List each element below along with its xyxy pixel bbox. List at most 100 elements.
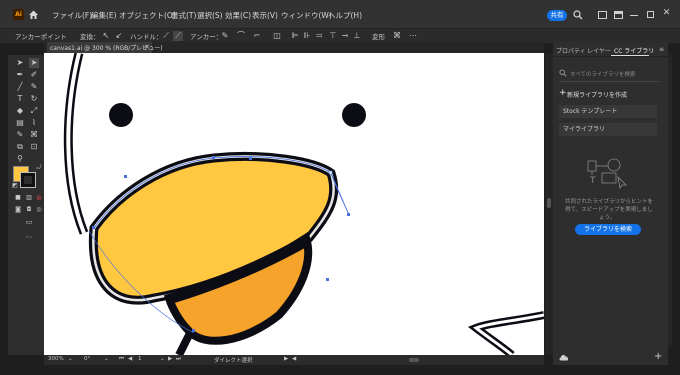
- align-hcenter-icon[interactable]: ⊪: [302, 31, 312, 41]
- first-artboard-icon[interactable]: ⏮: [119, 356, 124, 363]
- hide-handles-icon[interactable]: ⟋: [173, 31, 183, 41]
- paintbrush-tool-icon[interactable]: ✎: [29, 82, 39, 92]
- blend-tool-icon[interactable]: ⌘: [29, 130, 39, 140]
- tools-panel: ➤ ➤ ✒ ✐ ╱ ✎ T ↻ ◆ ⤢ ▤ ⌇ ✎ ⌘ ⧉ ⊡ ⚲ ⤾ ◩ ■ …: [8, 55, 44, 355]
- hint-text-line2: 得て、スピードアップを実現しまし: [565, 207, 653, 213]
- stroke-swatch[interactable]: [20, 172, 36, 188]
- pen-tool-icon[interactable]: ✒: [15, 70, 25, 80]
- screen-mode-icon[interactable]: ▭: [24, 217, 34, 227]
- menu-effect[interactable]: 効果(C): [225, 10, 251, 21]
- align-top-icon[interactable]: ⊤: [328, 31, 338, 41]
- menu-file[interactable]: ファイル(F): [52, 10, 92, 21]
- gradient-mode-icon[interactable]: ▥: [24, 193, 34, 203]
- library-search-input[interactable]: すべてのライブラリを検索: [570, 70, 635, 78]
- app-logo-icon[interactable]: Ai: [13, 9, 24, 20]
- edit-toolbar-icon[interactable]: ⋯: [24, 232, 34, 242]
- arrange-documents-icon[interactable]: [598, 11, 607, 19]
- menu-view[interactable]: 表示(V): [252, 10, 278, 21]
- color-mode-icon[interactable]: ■: [13, 193, 23, 203]
- anchor-point: [326, 278, 329, 281]
- close-window-icon[interactable]: ✕: [662, 8, 671, 18]
- draw-inside-icon[interactable]: ◎: [34, 205, 44, 215]
- shape-builder-tool-icon[interactable]: ✎: [15, 130, 25, 140]
- selection-tool-icon[interactable]: ➤: [15, 58, 25, 68]
- menu-type[interactable]: 書式(T): [171, 10, 196, 21]
- menu-select[interactable]: 選択(S): [197, 10, 223, 21]
- panel-scrollbar[interactable]: [668, 55, 672, 345]
- eyedropper-tool-icon[interactable]: ⌇: [29, 118, 39, 128]
- menu-edit[interactable]: 編集(E): [91, 10, 117, 21]
- gradient-tool-icon[interactable]: ▤: [15, 118, 25, 128]
- status-play-icon[interactable]: ▶: [284, 356, 288, 362]
- default-fill-stroke-icon[interactable]: ◩: [10, 181, 20, 191]
- prev-artboard-icon[interactable]: ◀: [128, 356, 132, 362]
- last-artboard-icon[interactable]: ⏭: [176, 356, 181, 363]
- add-element-icon[interactable]: +: [654, 351, 662, 362]
- draw-behind-icon[interactable]: ◘: [24, 205, 34, 215]
- status-scroll-left-icon[interactable]: ◀: [292, 356, 296, 362]
- cut-path-icon[interactable]: ⌐: [252, 31, 262, 41]
- tab-layers[interactable]: レイヤー: [587, 46, 611, 55]
- cloud-icon[interactable]: [559, 354, 569, 361]
- show-handles-icon[interactable]: ⟋: [161, 31, 171, 41]
- zoom-tool-icon[interactable]: ⚲: [15, 154, 25, 164]
- artboard-canvas[interactable]: [44, 53, 544, 355]
- type-tool-icon[interactable]: T: [15, 94, 25, 104]
- select-similar-icon[interactable]: ◫: [272, 31, 282, 41]
- slice-tool-icon[interactable]: ⊡: [29, 142, 39, 152]
- zoom-level[interactable]: 300%: [48, 356, 64, 362]
- eraser-tool-icon[interactable]: ◆: [15, 106, 25, 116]
- hint-text-line3: ょう。: [599, 215, 616, 221]
- artboard-number[interactable]: 1: [138, 356, 142, 362]
- curvature-tool-icon[interactable]: ✐: [29, 70, 39, 80]
- workspace-switcher-icon[interactable]: [614, 11, 623, 19]
- share-button[interactable]: 共有: [547, 10, 567, 21]
- connect-anchor-icon[interactable]: ⌒: [236, 31, 246, 41]
- tab-properties[interactable]: プロパティ: [556, 46, 586, 55]
- anchor-point: [249, 157, 252, 160]
- isolate-icon[interactable]: ⌘: [392, 31, 402, 41]
- library-item-my-library[interactable]: マイライブラリ: [559, 123, 657, 136]
- search-icon[interactable]: [573, 10, 583, 20]
- tab-cc-libraries[interactable]: CC ライブラリ: [614, 46, 654, 55]
- create-library-button[interactable]: 新規ライブラリを作成: [567, 90, 627, 99]
- scrollbar-thumb[interactable]: [547, 198, 551, 208]
- menu-help[interactable]: ヘルプ(H): [328, 10, 362, 21]
- rotate-tool-icon[interactable]: ↻: [29, 94, 39, 104]
- none-mode-icon[interactable]: ⊘: [34, 193, 44, 203]
- current-tool-name: ダイレクト選択: [214, 358, 253, 364]
- line-tool-icon[interactable]: ╱: [15, 82, 25, 92]
- next-artboard-icon[interactable]: ▶: [168, 356, 172, 362]
- artboard-tool-icon[interactable]: ⧉: [15, 142, 25, 152]
- home-icon[interactable]: [28, 9, 39, 20]
- menu-object[interactable]: オブジェクト(O): [119, 10, 176, 21]
- maximize-icon[interactable]: [647, 11, 654, 18]
- scale-tool-icon[interactable]: ⤢: [29, 106, 39, 116]
- document-tab[interactable]: canvas1.ai @ 300 % (RGB/プレビュー) ×: [47, 42, 163, 53]
- convert-to-corner-icon[interactable]: ↖: [101, 31, 111, 41]
- align-vcenter-icon[interactable]: ⊸: [340, 31, 350, 41]
- library-item-stock[interactable]: Stock テンプレート: [559, 105, 657, 118]
- minimize-icon[interactable]: [630, 15, 638, 16]
- draw-normal-icon[interactable]: ◙: [13, 205, 23, 215]
- align-right-icon[interactable]: ⫤: [314, 31, 324, 41]
- remove-anchor-icon[interactable]: ✎: [220, 31, 230, 41]
- align-bottom-icon[interactable]: ⊥: [352, 31, 362, 41]
- zoom-dropdown-icon[interactable]: ⌄: [68, 356, 73, 362]
- rotation-value[interactable]: 0°: [84, 356, 90, 362]
- horizontal-scrollbar-thumb[interactable]: [409, 358, 419, 362]
- more-options-icon[interactable]: ⋯: [408, 31, 418, 41]
- close-tab-icon[interactable]: ×: [144, 43, 150, 51]
- vertical-scrollbar[interactable]: [545, 53, 553, 355]
- align-left-icon[interactable]: ⊫: [290, 31, 300, 41]
- direct-selection-tool-icon[interactable]: ➤: [29, 58, 39, 68]
- transform-label[interactable]: 変形: [372, 31, 385, 41]
- swap-fill-stroke-icon[interactable]: ⤾: [34, 163, 44, 173]
- panel-menu-icon[interactable]: ≡: [659, 46, 664, 53]
- menu-window[interactable]: ウィンドウ(W): [281, 10, 332, 21]
- search-libraries-button[interactable]: ライブラリを検索: [575, 224, 641, 235]
- rotation-dropdown-icon[interactable]: ⌄: [104, 356, 109, 362]
- artboard-dropdown-icon[interactable]: ⌄: [160, 356, 165, 362]
- add-icon[interactable]: +: [559, 88, 567, 98]
- convert-to-smooth-icon[interactable]: ↙: [114, 31, 124, 41]
